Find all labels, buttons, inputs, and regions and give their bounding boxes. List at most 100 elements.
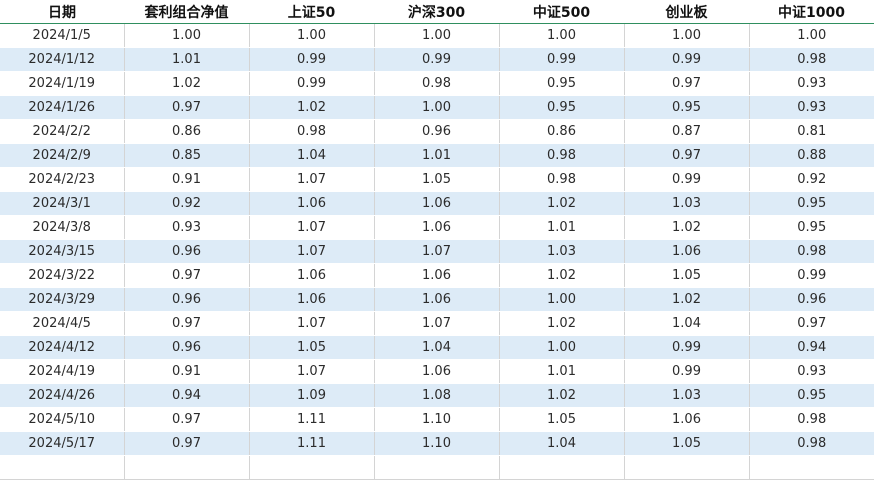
cell-csi1000[interactable]: 0.81: [749, 119, 874, 144]
cell-sse50[interactable]: 1.04: [249, 143, 375, 168]
cell-chinext[interactable]: 1.04: [624, 311, 750, 336]
cell-csi500[interactable]: 0.98: [499, 167, 625, 192]
cell-csi1000[interactable]: 0.92: [749, 167, 874, 192]
cell-chinext[interactable]: 0.97: [624, 143, 750, 168]
cell-date[interactable]: 2024/5/10: [0, 407, 125, 432]
cell-chinext[interactable]: 0.99: [624, 335, 750, 360]
cell-date[interactable]: 2024/3/1: [0, 191, 125, 216]
cell-csi300[interactable]: 1.06: [374, 191, 500, 216]
cell-csi500[interactable]: 1.02: [499, 263, 625, 288]
cell-sse50[interactable]: 1.11: [249, 407, 375, 432]
cell-chinext[interactable]: 1.02: [624, 287, 750, 312]
cell-arbitrage-nav[interactable]: 0.86: [124, 119, 250, 144]
cell-chinext[interactable]: 1.05: [624, 263, 750, 288]
cell-arbitrage-nav[interactable]: 1.01: [124, 47, 250, 72]
cell-csi300[interactable]: 1.05: [374, 167, 500, 192]
cell-chinext[interactable]: 1.03: [624, 191, 750, 216]
empty-cell[interactable]: [499, 455, 625, 480]
cell-sse50[interactable]: 1.07: [249, 311, 375, 336]
cell-date[interactable]: 2024/3/15: [0, 239, 125, 264]
cell-sse50[interactable]: 1.00: [249, 23, 375, 48]
cell-csi1000[interactable]: 0.88: [749, 143, 874, 168]
cell-chinext[interactable]: 0.99: [624, 167, 750, 192]
cell-csi1000[interactable]: 0.98: [749, 431, 874, 456]
cell-sse50[interactable]: 1.11: [249, 431, 375, 456]
header-date[interactable]: 日期: [0, 0, 124, 24]
cell-date[interactable]: 2024/4/19: [0, 359, 125, 384]
cell-csi500[interactable]: 1.04: [499, 431, 625, 456]
cell-csi500[interactable]: 1.00: [499, 335, 625, 360]
cell-sse50[interactable]: 1.07: [249, 167, 375, 192]
cell-sse50[interactable]: 1.05: [249, 335, 375, 360]
cell-csi300[interactable]: 1.04: [374, 335, 500, 360]
cell-sse50[interactable]: 1.09: [249, 383, 375, 408]
empty-cell[interactable]: [749, 455, 874, 480]
cell-csi500[interactable]: 1.00: [499, 23, 625, 48]
cell-arbitrage-nav[interactable]: 0.96: [124, 287, 250, 312]
header-arbitrage-nav[interactable]: 套利组合净值: [124, 0, 249, 24]
header-sse50[interactable]: 上证50: [249, 0, 374, 24]
cell-date[interactable]: 2024/1/26: [0, 95, 125, 120]
cell-csi300[interactable]: 1.07: [374, 311, 500, 336]
cell-arbitrage-nav[interactable]: 0.94: [124, 383, 250, 408]
cell-date[interactable]: 2024/5/17: [0, 431, 125, 456]
cell-arbitrage-nav[interactable]: 0.97: [124, 263, 250, 288]
cell-csi300[interactable]: 1.06: [374, 263, 500, 288]
cell-csi500[interactable]: 1.01: [499, 359, 625, 384]
cell-csi1000[interactable]: 0.93: [749, 71, 874, 96]
cell-arbitrage-nav[interactable]: 0.97: [124, 431, 250, 456]
cell-csi300[interactable]: 1.08: [374, 383, 500, 408]
cell-chinext[interactable]: 0.95: [624, 95, 750, 120]
cell-csi300[interactable]: 1.00: [374, 23, 500, 48]
cell-csi500[interactable]: 0.86: [499, 119, 625, 144]
cell-csi300[interactable]: 1.06: [374, 215, 500, 240]
cell-csi500[interactable]: 1.00: [499, 287, 625, 312]
cell-sse50[interactable]: 0.98: [249, 119, 375, 144]
cell-csi1000[interactable]: 0.98: [749, 407, 874, 432]
cell-csi1000[interactable]: 0.97: [749, 311, 874, 336]
cell-csi1000[interactable]: 0.93: [749, 359, 874, 384]
cell-csi300[interactable]: 1.10: [374, 407, 500, 432]
cell-arbitrage-nav[interactable]: 0.91: [124, 359, 250, 384]
cell-csi1000[interactable]: 0.99: [749, 263, 874, 288]
cell-chinext[interactable]: 1.06: [624, 407, 750, 432]
empty-cell[interactable]: [0, 455, 125, 480]
empty-cell[interactable]: [374, 455, 500, 480]
cell-csi500[interactable]: 1.01: [499, 215, 625, 240]
cell-csi300[interactable]: 0.98: [374, 71, 500, 96]
cell-chinext[interactable]: 1.00: [624, 23, 750, 48]
header-csi300[interactable]: 沪深300: [374, 0, 499, 24]
cell-sse50[interactable]: 1.07: [249, 239, 375, 264]
cell-sse50[interactable]: 0.99: [249, 71, 375, 96]
cell-chinext[interactable]: 1.06: [624, 239, 750, 264]
cell-arbitrage-nav[interactable]: 1.00: [124, 23, 250, 48]
cell-chinext[interactable]: 0.99: [624, 47, 750, 72]
cell-date[interactable]: 2024/4/5: [0, 311, 125, 336]
cell-date[interactable]: 2024/4/12: [0, 335, 125, 360]
cell-sse50[interactable]: 1.06: [249, 287, 375, 312]
cell-arbitrage-nav[interactable]: 0.97: [124, 95, 250, 120]
cell-sse50[interactable]: 1.07: [249, 215, 375, 240]
cell-csi300[interactable]: 1.07: [374, 239, 500, 264]
cell-csi300[interactable]: 0.96: [374, 119, 500, 144]
cell-arbitrage-nav[interactable]: 0.92: [124, 191, 250, 216]
cell-csi1000[interactable]: 0.98: [749, 47, 874, 72]
cell-csi1000[interactable]: 0.95: [749, 383, 874, 408]
cell-date[interactable]: 2024/3/8: [0, 215, 125, 240]
cell-csi300[interactable]: 1.10: [374, 431, 500, 456]
cell-csi1000[interactable]: 0.93: [749, 95, 874, 120]
cell-arbitrage-nav[interactable]: 0.96: [124, 239, 250, 264]
cell-csi500[interactable]: 1.03: [499, 239, 625, 264]
cell-chinext[interactable]: 0.97: [624, 71, 750, 96]
cell-date[interactable]: 2024/2/9: [0, 143, 125, 168]
cell-arbitrage-nav[interactable]: 0.93: [124, 215, 250, 240]
cell-chinext[interactable]: 1.03: [624, 383, 750, 408]
header-csi500[interactable]: 中证500: [499, 0, 624, 24]
cell-sse50[interactable]: 1.02: [249, 95, 375, 120]
cell-arbitrage-nav[interactable]: 0.85: [124, 143, 250, 168]
cell-csi500[interactable]: 1.02: [499, 191, 625, 216]
cell-csi300[interactable]: 1.01: [374, 143, 500, 168]
empty-cell[interactable]: [124, 455, 250, 480]
cell-csi300[interactable]: 1.00: [374, 95, 500, 120]
cell-csi300[interactable]: 1.06: [374, 287, 500, 312]
